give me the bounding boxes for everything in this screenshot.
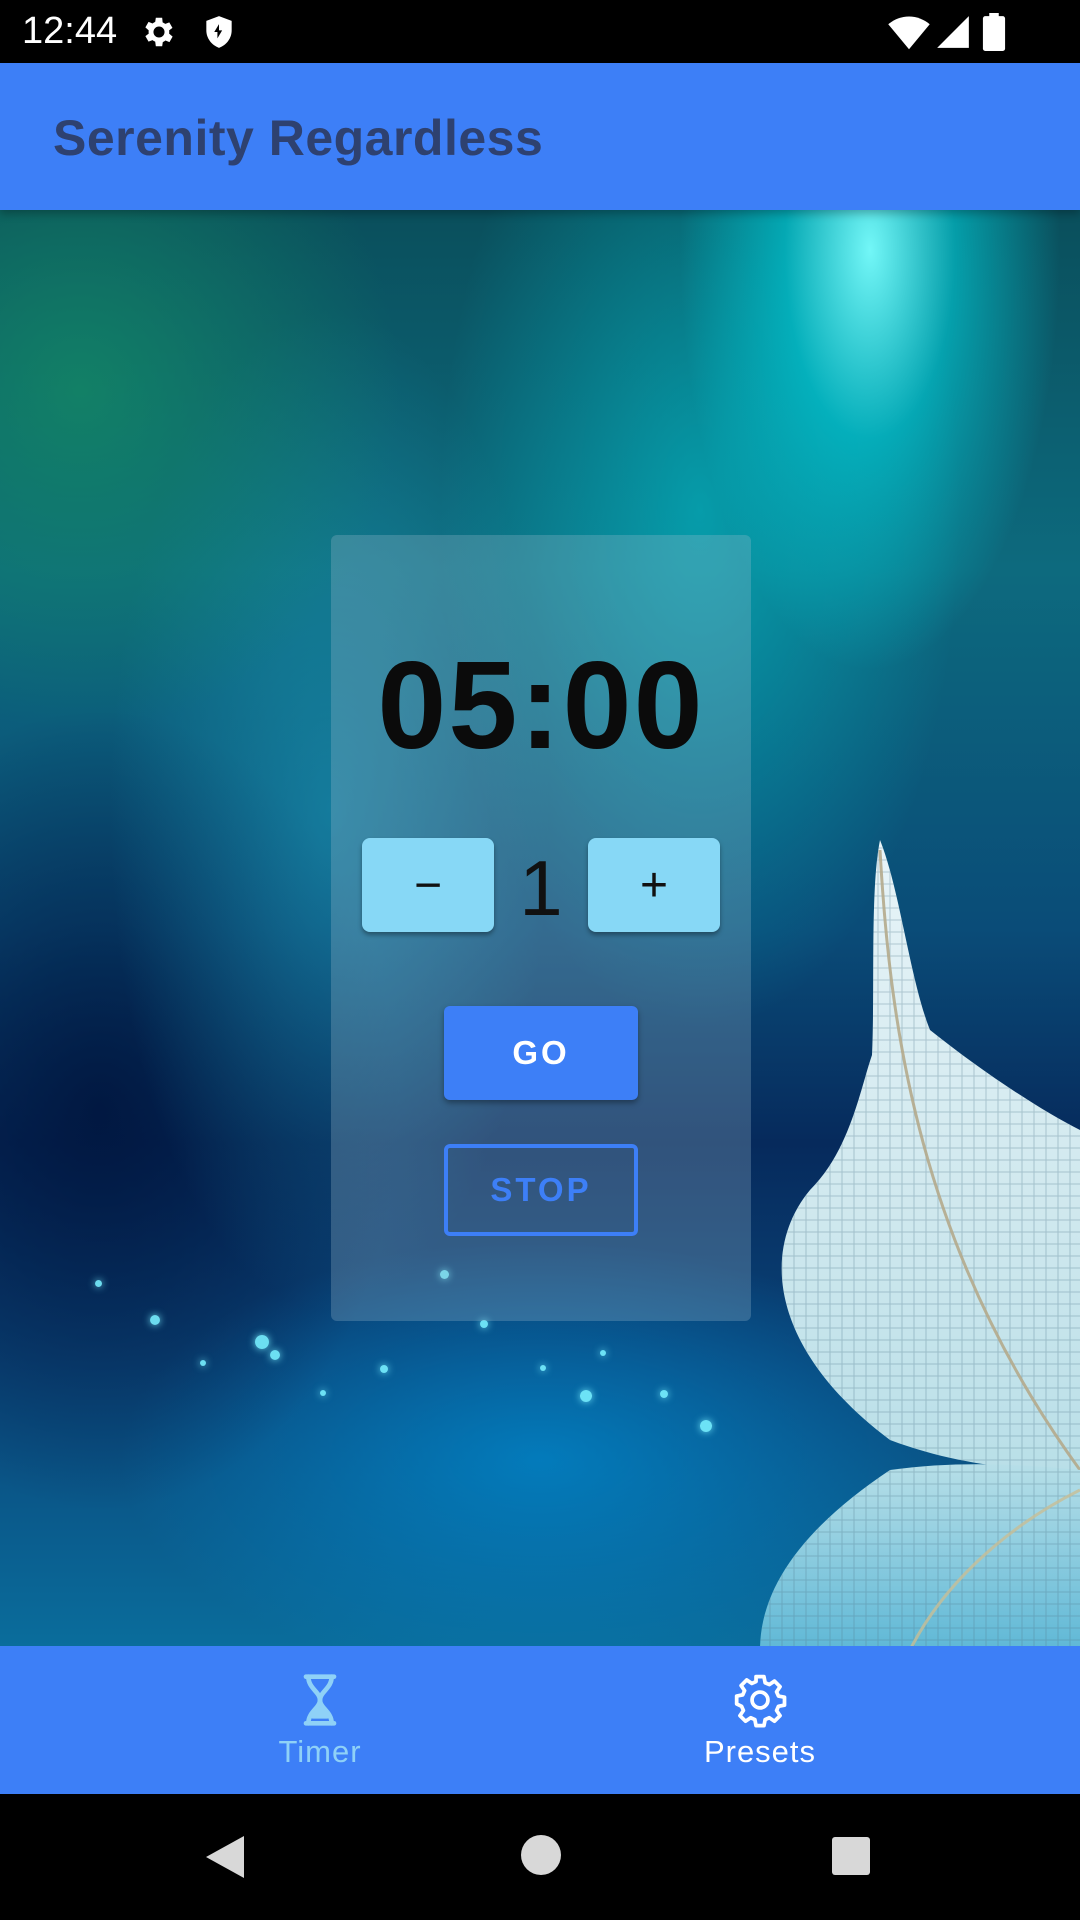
stepper-value: 1 — [519, 844, 563, 932]
sparkle — [600, 1350, 606, 1356]
timer-display: 05:00 — [377, 637, 705, 775]
stop-button[interactable]: STOP — [444, 1144, 638, 1236]
sparkle — [270, 1350, 280, 1360]
settings-icon — [140, 13, 178, 56]
nav-item-presets[interactable]: Presets — [490, 1646, 1030, 1794]
sparkle — [700, 1420, 712, 1432]
status-bar: 12:44 — [0, 0, 1080, 63]
timer-card: 05:00 − 1 + GO STOP — [331, 535, 751, 1321]
sparkle — [660, 1390, 668, 1398]
app-bar: Serenity Regardless — [0, 63, 1080, 210]
wifi-icon — [888, 13, 930, 56]
sparkle — [320, 1390, 326, 1396]
go-button[interactable]: GO — [444, 1006, 638, 1100]
hourglass-icon — [292, 1672, 348, 1728]
sparkle — [540, 1365, 546, 1371]
back-icon[interactable] — [204, 1834, 246, 1885]
status-time: 12:44 — [22, 10, 118, 52]
sparkle — [95, 1280, 102, 1287]
plus-icon: + — [639, 858, 669, 912]
signal-icon — [934, 13, 972, 56]
recents-icon[interactable] — [831, 1836, 871, 1881]
sparkle — [580, 1390, 592, 1402]
app-title: Serenity Regardless — [53, 110, 544, 166]
home-icon[interactable] — [520, 1834, 562, 1881]
sparkle — [480, 1320, 488, 1328]
battery-icon — [982, 13, 1006, 56]
system-navigation-bar — [0, 1794, 1080, 1920]
sparkle — [380, 1365, 388, 1373]
sparkle — [255, 1335, 269, 1349]
decrement-button[interactable]: − — [362, 838, 494, 932]
nav-label-presets: Presets — [703, 1734, 817, 1769]
bottom-navigation: Timer Presets — [0, 1646, 1080, 1794]
gear-icon — [732, 1672, 788, 1728]
shield-icon — [200, 13, 238, 56]
minus-icon: − — [413, 858, 443, 912]
sparkle — [150, 1315, 160, 1325]
leaf-illustration — [740, 830, 1080, 1646]
increment-button[interactable]: + — [588, 838, 720, 932]
sparkle — [200, 1360, 206, 1366]
